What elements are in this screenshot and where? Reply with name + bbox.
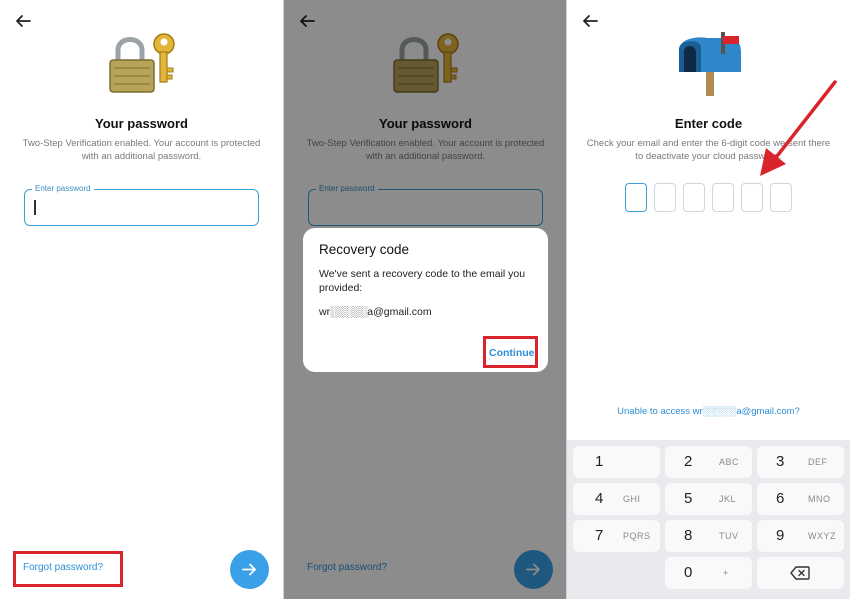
key-digit: 9 <box>776 527 785 544</box>
code-digit-3[interactable] <box>683 183 705 212</box>
key-digit: 7 <box>595 527 604 544</box>
key-digit: 2 <box>684 453 693 470</box>
mailbox-icon <box>679 32 741 96</box>
dialog-title: Recovery code <box>319 242 410 257</box>
unable-to-access-link[interactable]: Unable to access wr░░░░░a@gmail.com? <box>567 406 850 417</box>
numeric-keypad: 1 2 ABC 3 DEF 4 GHI 5 JKL 6 MNO 7 PQRS 8 TUV 9 W… <box>567 440 850 599</box>
code-digit-1[interactable] <box>625 183 647 212</box>
key-letters: WXYZ <box>808 531 836 541</box>
key-digit: 6 <box>776 490 785 507</box>
code-digit-2[interactable] <box>654 183 676 212</box>
dialog-email: wr░░░░░a@gmail.com <box>319 306 432 318</box>
password-field-label: Enter password <box>32 184 94 193</box>
key-letters: MNO <box>808 494 831 504</box>
key-3[interactable]: 3 DEF <box>757 446 844 478</box>
arrow-right-icon <box>242 563 256 576</box>
key-letters: + <box>723 568 729 578</box>
page-title: Your password <box>95 116 188 131</box>
back-arrow-icon[interactable] <box>14 12 32 30</box>
highlight-box-forgot <box>13 551 123 587</box>
text-cursor <box>34 200 36 215</box>
key-letters: DEF <box>808 457 828 467</box>
padlock-with-key-icon <box>109 33 175 93</box>
key-digit: 5 <box>684 490 693 507</box>
key-9[interactable]: 9 WXYZ <box>757 520 844 552</box>
highlight-box-continue <box>483 336 538 368</box>
password-field[interactable] <box>24 189 259 226</box>
key-letters: GHI <box>623 494 641 504</box>
annotation-arrow <box>760 80 837 176</box>
next-button[interactable] <box>230 550 269 589</box>
backspace-key[interactable] <box>757 557 844 589</box>
key-letters: PQRS <box>623 531 651 541</box>
key-6[interactable]: 6 MNO <box>757 483 844 515</box>
password-screen: Your password Two-Step Verification enab… <box>0 0 283 599</box>
code-digit-6[interactable] <box>770 183 792 212</box>
key-1[interactable]: 1 <box>573 446 660 478</box>
backspace-icon <box>790 566 810 580</box>
key-4[interactable]: 4 GHI <box>573 483 660 515</box>
key-digit: 3 <box>776 453 785 470</box>
key-0[interactable]: 0 + <box>665 557 752 589</box>
page-subtitle: Two-Step Verification enabled. Your acco… <box>22 138 261 162</box>
recovery-dialog-screen: Your password Two-Step Verification enab… <box>284 0 567 599</box>
key-8[interactable]: 8 TUV <box>665 520 752 552</box>
key-7[interactable]: 7 PQRS <box>573 520 660 552</box>
key-digit: 8 <box>684 527 693 544</box>
key-digit: 4 <box>595 490 604 507</box>
code-digit-5[interactable] <box>741 183 763 212</box>
key-letters: JKL <box>719 494 737 504</box>
key-digit: 1 <box>595 453 604 470</box>
key-2[interactable]: 2 ABC <box>665 446 752 478</box>
key-digit: 0 <box>684 564 693 581</box>
code-digit-4[interactable] <box>712 183 734 212</box>
back-arrow-icon[interactable] <box>581 12 599 30</box>
dialog-message: We've sent a recovery code to the email … <box>319 268 526 294</box>
enter-code-screen: Enter code Check your email and enter th… <box>567 0 850 599</box>
key-letters: TUV <box>719 531 739 541</box>
key-5[interactable]: 5 JKL <box>665 483 752 515</box>
key-letters: ABC <box>719 457 740 467</box>
